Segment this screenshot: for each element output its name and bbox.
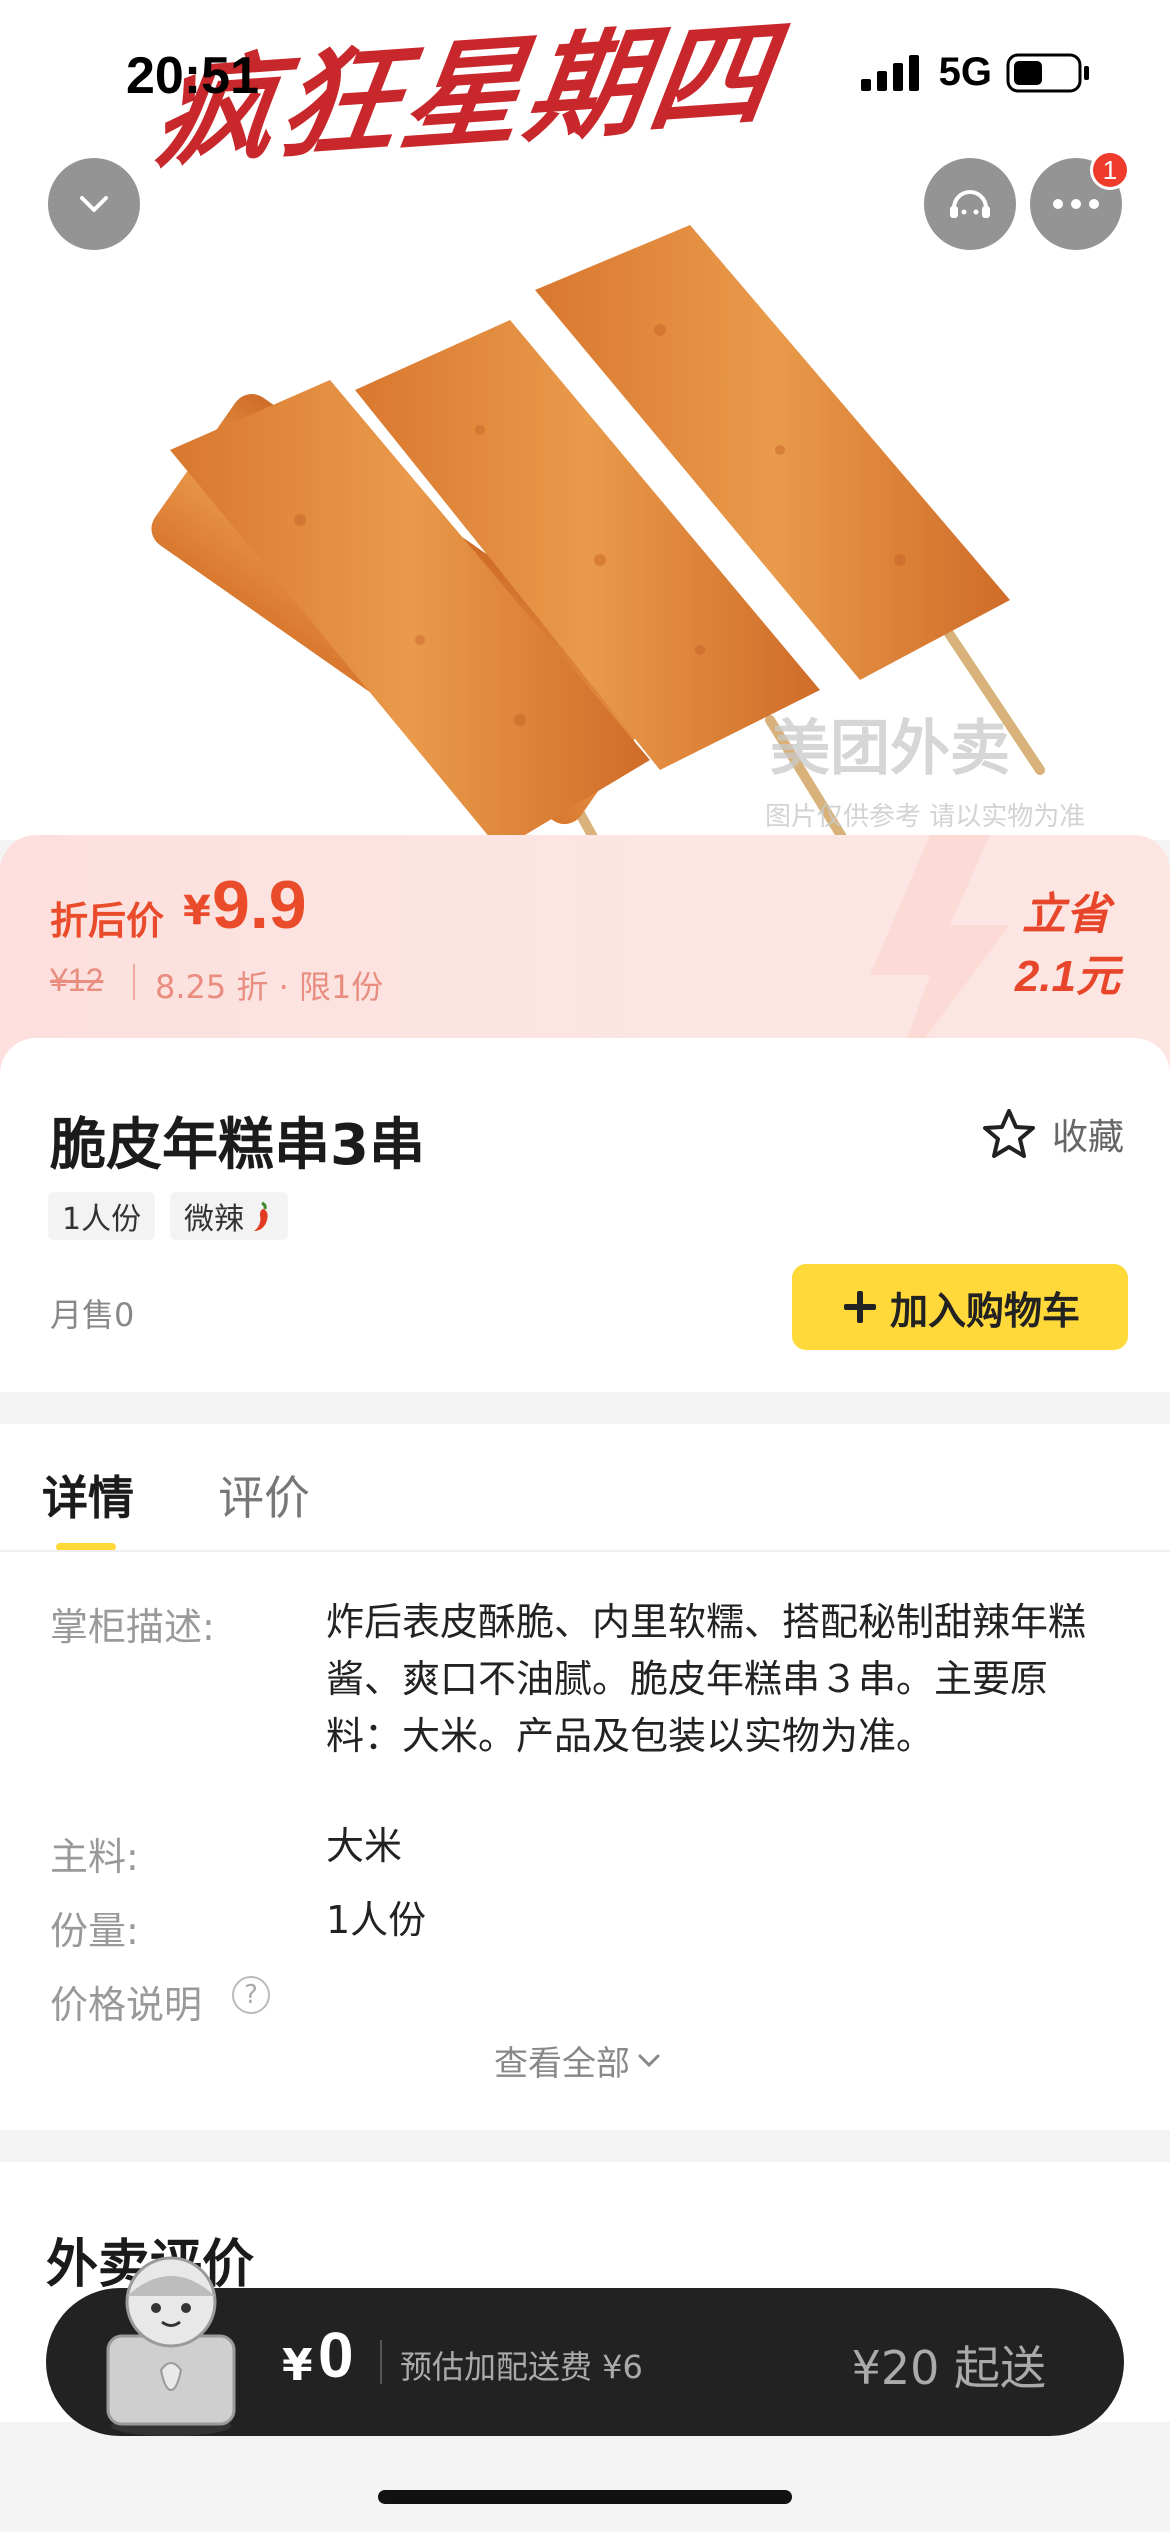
- status-time: 20:51: [126, 47, 259, 105]
- cart-total: 0: [318, 2319, 354, 2391]
- star-icon: [982, 1109, 1035, 1158]
- add-to-cart-button[interactable]: 加入购物车: [792, 1264, 1128, 1350]
- tag-spicy: 微辣: [170, 1192, 288, 1240]
- more-menu-button[interactable]: 1: [1030, 150, 1130, 250]
- cart-mascot-icon[interactable]: [86, 2240, 256, 2440]
- divider: [133, 964, 135, 1000]
- discount-price: 9.9: [212, 867, 307, 943]
- customer-service-button[interactable]: [924, 158, 1016, 250]
- network-type: 5G: [938, 50, 992, 94]
- favorite-label: 收藏: [1051, 1117, 1124, 1158]
- price-currency: ¥: [183, 888, 211, 934]
- status-indicators: 5G: [860, 50, 1090, 95]
- price-note-label[interactable]: 价格说明: [50, 1974, 202, 2029]
- watermark-note: 图片仅供参考 请以实物为准: [765, 802, 1086, 832]
- discount-info: 8.25 折 · 限1份: [155, 968, 384, 1006]
- product-name: 脆皮年糕串3串: [50, 1113, 425, 1178]
- portion-label: 份量:: [50, 1909, 139, 1953]
- save-label: 立省: [1022, 889, 1110, 940]
- view-all-label: 查看全部: [494, 2044, 630, 2084]
- notification-badge: 1: [1090, 150, 1130, 190]
- description-value: 炸后表皮酥脆、内里软糯、搭配秘制甜辣年糕酱、爽口不油腻。脆皮年糕串３串。主要原料…: [326, 1600, 1087, 1758]
- tag-portion: 1人份: [48, 1192, 156, 1240]
- description-label: 掌柜描述:: [50, 1605, 215, 1649]
- battery-icon: [1006, 53, 1089, 92]
- tab-divider: [0, 1550, 1170, 1552]
- tab-reviews[interactable]: 评价: [218, 1462, 310, 1528]
- plus-icon: [843, 1291, 876, 1323]
- watermark: 美团外卖: [770, 714, 1010, 784]
- save-amount: 2.1元: [1014, 952, 1120, 1001]
- more-icon: [1053, 199, 1099, 209]
- tab-details[interactable]: 详情: [42, 1462, 134, 1528]
- chevron-down-icon: [80, 196, 108, 212]
- signal-icon: [860, 54, 919, 91]
- discount-price-label: 折后价: [50, 899, 165, 943]
- help-icon[interactable]: ?: [232, 1976, 270, 2014]
- cart-currency: ¥: [282, 2340, 313, 2391]
- minimum-order: ¥20 起送: [851, 2341, 1046, 2395]
- original-price: ¥12: [50, 962, 104, 998]
- view-all-button[interactable]: 查看全部: [494, 2036, 662, 2085]
- collapse-button[interactable]: [48, 158, 140, 250]
- delivery-fee: 预估加配送费 ¥6: [400, 2348, 643, 2386]
- main-ingredient-label: 主料:: [50, 1835, 139, 1879]
- home-indicator[interactable]: [378, 2490, 792, 2504]
- main-ingredient-value: 大米: [326, 1824, 403, 1868]
- chili-icon: [254, 1201, 268, 1231]
- monthly-sales: 月售0: [50, 1296, 135, 1334]
- customer-service-icon: [950, 190, 990, 218]
- favorite-button[interactable]: 收藏: [982, 1108, 1124, 1160]
- divider: [380, 2340, 382, 2384]
- chevron-down-icon: [638, 2054, 660, 2067]
- add-to-cart-label: 加入购物车: [889, 1288, 1080, 1333]
- portion-value: 1人份: [326, 1898, 427, 1942]
